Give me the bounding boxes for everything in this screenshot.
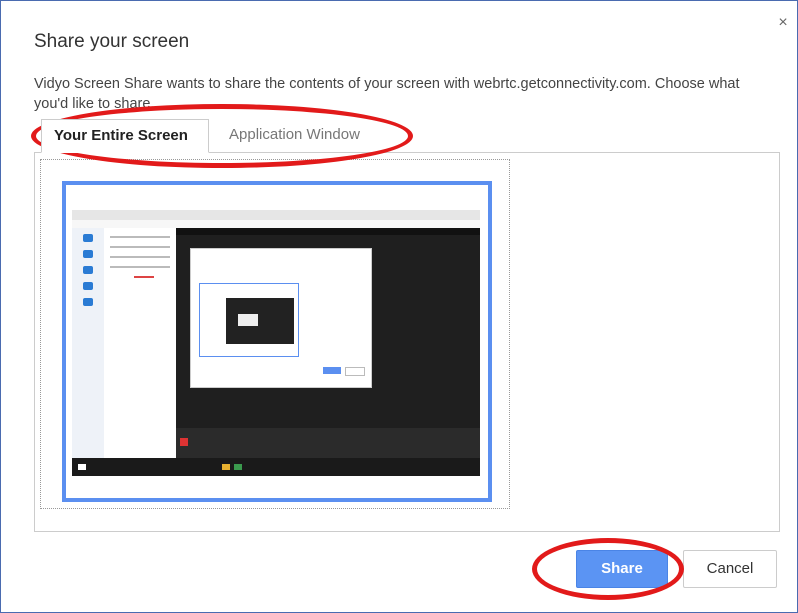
source-panel — [34, 152, 780, 532]
tab-entire-screen[interactable]: Your Entire Screen — [41, 119, 209, 153]
tab-application-window[interactable]: Application Window — [217, 119, 372, 153]
cancel-button[interactable]: Cancel — [683, 550, 777, 588]
dialog-title: Share your screen — [34, 31, 190, 52]
screen-thumbnail[interactable] — [62, 181, 492, 502]
share-dialog: × Share your screen Vidyo Screen Share w… — [0, 0, 798, 613]
screen-preview-image — [72, 210, 480, 476]
close-icon[interactable]: × — [775, 15, 791, 31]
screen-option[interactable] — [40, 159, 510, 509]
dialog-description: Vidyo Screen Share wants to share the co… — [34, 76, 740, 112]
share-button[interactable]: Share — [576, 550, 668, 588]
